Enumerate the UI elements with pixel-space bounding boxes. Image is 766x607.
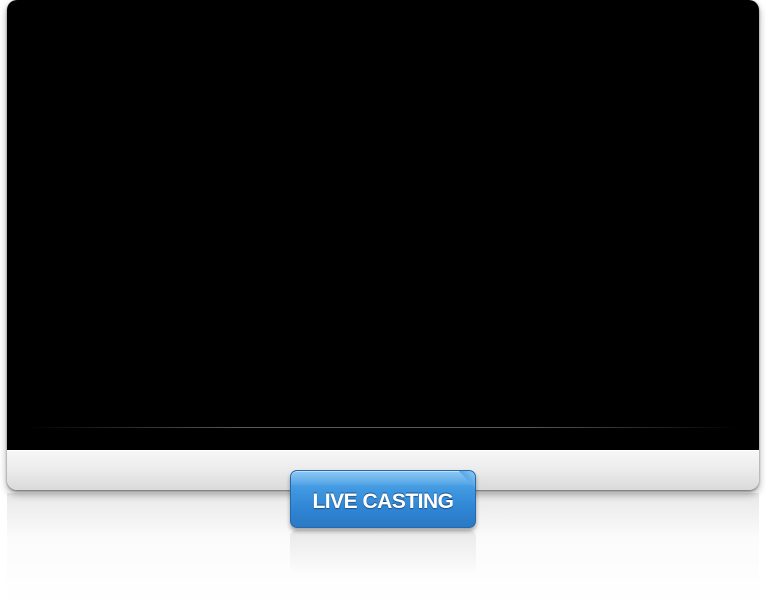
screen-glare <box>27 427 739 428</box>
live-casting-label: LIVE CASTING <box>312 490 454 513</box>
page: LIVE CASTING <box>0 0 766 607</box>
corner-fold <box>459 471 475 487</box>
live-casting-button[interactable]: LIVE CASTING <box>290 470 476 528</box>
button-reflection <box>290 530 476 574</box>
video-screen[interactable] <box>7 0 759 450</box>
monitor-frame <box>7 0 759 490</box>
